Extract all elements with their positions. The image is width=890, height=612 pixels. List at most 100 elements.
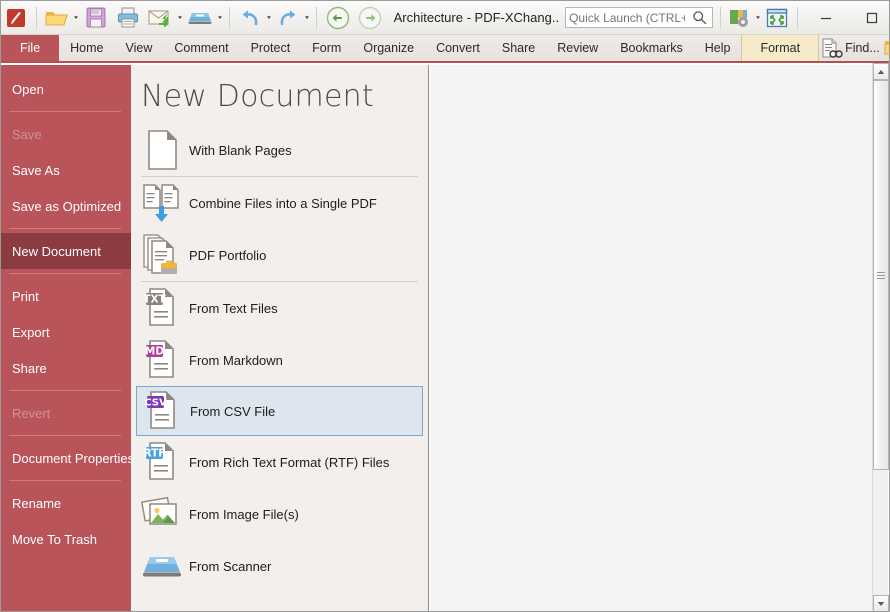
page-title: New Document (141, 79, 374, 114)
redo-arrow-icon[interactable] (273, 1, 303, 35)
open-dropdown-caret[interactable] (72, 14, 80, 22)
application-window: Architecture - PDF-XChang.. (0, 0, 890, 612)
tools-gear-icon[interactable] (726, 1, 754, 35)
sidebar-item-save: Save (12, 126, 42, 142)
sidebar-item-share[interactable]: Share (1, 350, 131, 386)
md-file-icon: MD (139, 338, 185, 382)
tab-home[interactable]: Home (59, 35, 114, 61)
pdf-xchange-logo-icon (1, 1, 31, 35)
search-icon[interactable] (688, 10, 710, 25)
sidebar-item-export[interactable]: Export (1, 314, 131, 350)
quick-launch-input[interactable] (566, 8, 689, 27)
sidebar-separator-5 (9, 435, 121, 436)
new-doc-from-scanner-label: From Scanner (189, 558, 272, 574)
sidebar-item-move-to-trash[interactable]: Move To Trash (1, 521, 131, 557)
folder-open-icon[interactable] (42, 1, 72, 35)
new-doc-from-text-files-label: From Text Files (189, 300, 278, 316)
sidebar-separator-1 (9, 111, 121, 112)
new-doc-from-text-files[interactable]: TXT From Text Files (131, 282, 428, 334)
sidebar-separator-2 (9, 228, 121, 229)
new-doc-from-markdown-label: From Markdown (189, 352, 283, 368)
envelope-send-icon[interactable] (144, 1, 176, 35)
redo-dropdown-caret[interactable] (303, 14, 311, 22)
tab-protect[interactable]: Protect (240, 35, 302, 61)
tab-share[interactable]: Share (491, 35, 546, 61)
tab-comment[interactable]: Comment (163, 35, 239, 61)
scroll-up-button[interactable] (873, 63, 889, 80)
minimize-button[interactable] (803, 1, 849, 34)
email-dropdown-caret[interactable] (176, 14, 184, 22)
new-doc-from-csv-file-label: From CSV File (190, 403, 276, 419)
tab-view[interactable]: View (115, 35, 164, 61)
combine-files-icon (139, 181, 185, 225)
new-doc-pdf-portfolio[interactable]: PDF Portfolio (131, 229, 428, 281)
scanner-icon[interactable] (184, 1, 216, 35)
new-doc-from-rtf-files[interactable]: RTF From Rich Text Format (RTF) Files (131, 436, 428, 488)
sidebar-item-new-document[interactable]: New Document (1, 233, 131, 269)
maximize-button[interactable] (849, 1, 889, 34)
svg-text:CSV: CSV (145, 398, 167, 409)
tools-dropdown-caret[interactable] (754, 14, 762, 22)
scrollbar-grip-icon (877, 270, 885, 281)
pdf-portfolio-icon (139, 233, 185, 277)
tab-help[interactable]: Help (694, 35, 742, 61)
sidebar-separator-3 (9, 273, 121, 274)
new-doc-with-blank-pages-label: With Blank Pages (189, 142, 292, 158)
printer-icon[interactable] (112, 1, 144, 35)
toolbar-divider-5 (796, 6, 798, 29)
tab-format[interactable]: Format (741, 35, 820, 61)
undo-arrow-icon[interactable] (235, 1, 265, 35)
tab-convert[interactable]: Convert (425, 35, 491, 61)
toolbar-divider-4 (720, 6, 722, 29)
scroll-down-button[interactable] (873, 595, 889, 611)
tab-review[interactable]: Review (546, 35, 609, 61)
title-bar: Architecture - PDF-XChang.. (1, 1, 889, 35)
document-find-icon[interactable] (819, 37, 843, 59)
rtf-file-icon: RTF (139, 440, 185, 484)
scrollbar-track[interactable] (873, 80, 889, 595)
quick-launch-box[interactable] (565, 7, 714, 28)
sidebar-separator-6 (9, 480, 121, 481)
blank-page-icon (139, 128, 185, 172)
new-doc-from-image-files[interactable]: From Image File(s) (131, 488, 428, 540)
arrow-left-circle-icon[interactable] (322, 1, 354, 35)
fullscreen-expand-icon[interactable] (762, 1, 792, 35)
sidebar-item-open[interactable]: Open (1, 71, 131, 107)
new-doc-from-csv-file[interactable]: CSV From CSV File (136, 386, 423, 436)
sidebar-item-save-as[interactable]: Save As (1, 152, 131, 188)
file-menu-sidebar: Open Save Save As Save as Optimized New … (1, 65, 131, 611)
undo-dropdown-caret[interactable] (265, 14, 273, 22)
toolbar-divider-3 (315, 6, 317, 29)
tab-bookmarks[interactable]: Bookmarks (609, 35, 694, 61)
sidebar-item-rename[interactable]: Rename (1, 485, 131, 521)
sidebar-item-document-properties[interactable]: Document Properties (1, 440, 131, 476)
new-doc-with-blank-pages[interactable]: With Blank Pages (131, 124, 428, 176)
new-doc-from-markdown[interactable]: MD From Markdown (131, 334, 428, 386)
document-view-area[interactable] (430, 65, 874, 611)
image-files-icon (139, 492, 185, 536)
sidebar-item-print[interactable]: Print (1, 278, 131, 314)
scrollbar-thumb[interactable] (873, 80, 889, 470)
new-document-panel: New Document With Blank Pages Combine Fi… (131, 65, 429, 611)
tab-organize[interactable]: Organize (352, 35, 425, 61)
ribbon-tab-bar: File Home View Comment Protect Form Orga… (1, 35, 889, 63)
svg-text:RTF: RTF (144, 448, 165, 460)
floppy-disk-icon[interactable] (80, 1, 112, 35)
toolbar-divider-2 (228, 6, 230, 29)
arrow-right-circle-icon[interactable] (354, 1, 386, 35)
folder-find-icon[interactable] (883, 37, 889, 59)
scanner-dropdown-caret[interactable] (216, 14, 224, 22)
new-doc-from-rtf-files-label: From Rich Text Format (RTF) Files (189, 454, 390, 470)
tab-file[interactable]: File (1, 35, 60, 61)
find-label[interactable]: Find... (845, 41, 880, 55)
document-title: Architecture - PDF-XChang.. (393, 10, 560, 25)
sidebar-item-save-as-optimized[interactable]: Save as Optimized (1, 188, 131, 224)
sidebar-separator-4 (9, 390, 121, 391)
vertical-scrollbar[interactable] (872, 63, 889, 611)
csv-file-icon: CSV (140, 389, 186, 433)
new-doc-from-scanner[interactable]: From Scanner (131, 540, 428, 592)
new-doc-combine-files[interactable]: Combine Files into a Single PDF (131, 177, 428, 229)
new-doc-from-image-files-label: From Image File(s) (189, 506, 299, 522)
svg-text:MD: MD (145, 346, 164, 358)
tab-form[interactable]: Form (301, 35, 352, 61)
